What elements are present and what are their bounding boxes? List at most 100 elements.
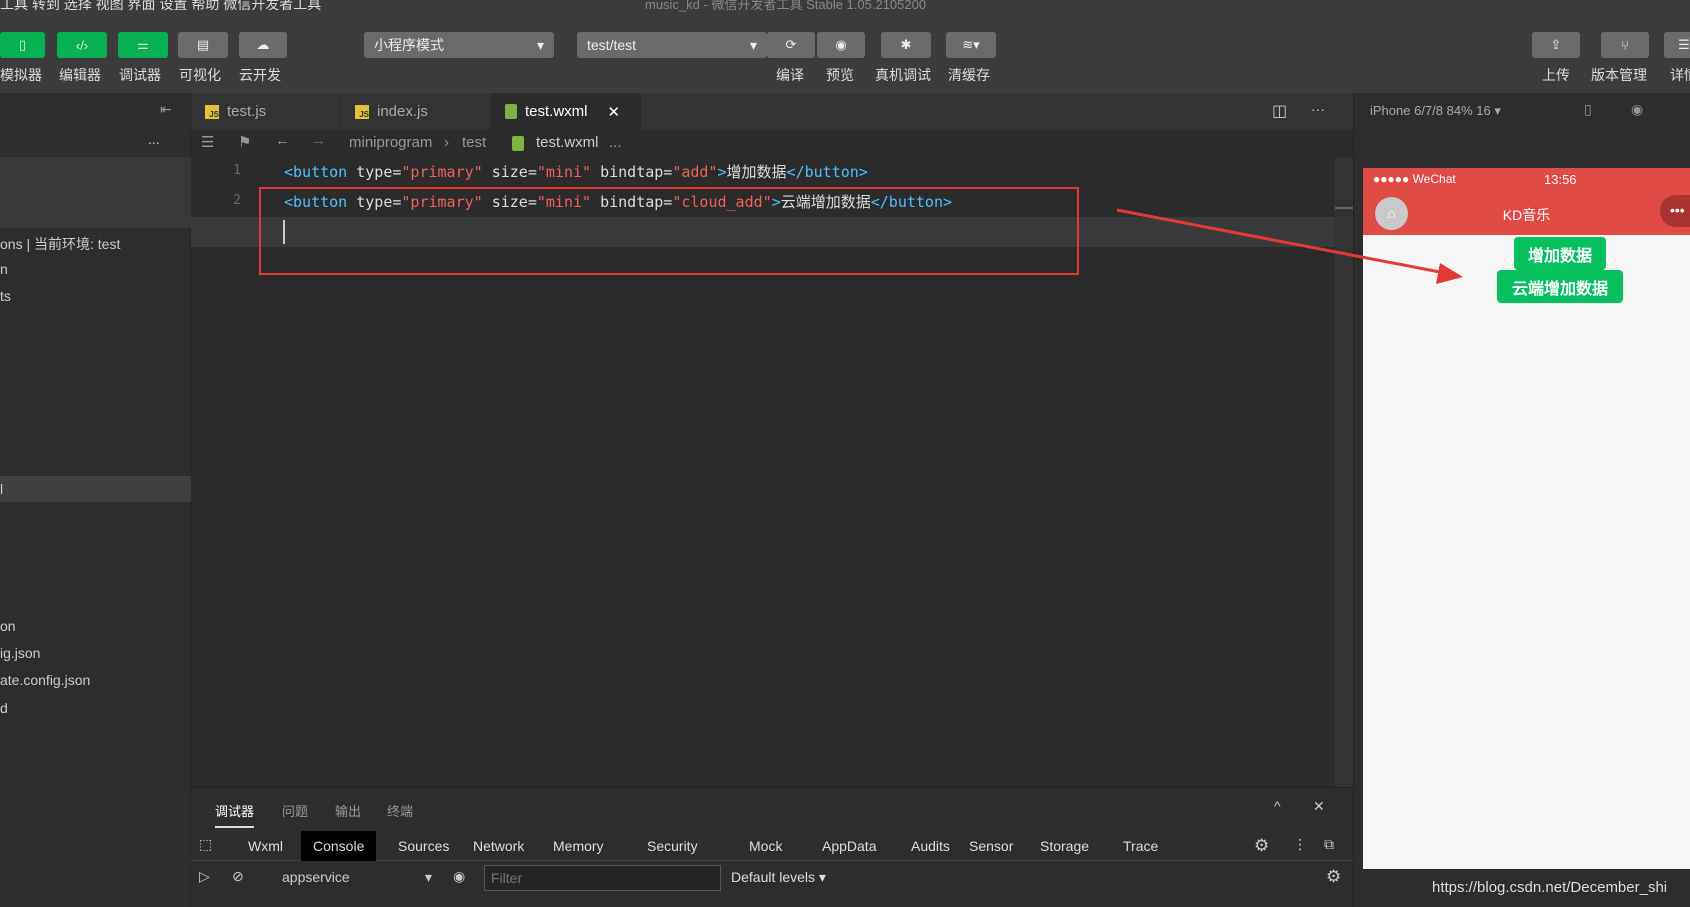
file-item-selected[interactable]: l [0, 476, 191, 502]
devtools-tab-sensor[interactable]: Sensor [957, 831, 1025, 861]
breadcrumb-item[interactable]: test.wxml [536, 134, 599, 151]
breadcrumb-item[interactable]: test [462, 134, 486, 151]
console-settings-gear-icon[interactable]: ⚙ [1326, 867, 1341, 887]
close-icon[interactable]: ✕ [608, 103, 621, 121]
breadcrumb-item[interactable]: miniprogram [349, 134, 432, 151]
devtools-tab-trace[interactable]: Trace [1111, 831, 1170, 861]
debugger-label: 调试器 [119, 67, 161, 83]
selected-region [0, 157, 191, 228]
add-data-button[interactable]: 增加数据 [1514, 237, 1606, 270]
debugger-button[interactable]: ⚌ [118, 32, 168, 58]
devtools-tab-sources[interactable]: Sources [386, 831, 461, 861]
breadcrumb: ☰ ⚑ ← → miniprogram › test test.wxml ... [191, 130, 1353, 157]
version-button[interactable]: ⑂ [1601, 32, 1649, 58]
debug-sliders-icon: ⚌ [137, 37, 149, 52]
capsule-menu-icon[interactable]: ••• [1660, 195, 1690, 227]
bookmark-icon[interactable]: ⚑ [238, 133, 251, 151]
cloud-add-data-button[interactable]: 云端增加数据 [1497, 270, 1623, 303]
attr: size= [482, 163, 537, 181]
devtools-tab-audits[interactable]: Audits [899, 831, 962, 861]
more-icon[interactable]: ··· [1311, 101, 1325, 117]
split-editor-icon[interactable]: ◫ [1272, 101, 1287, 121]
editor-scrollbar[interactable] [1335, 157, 1353, 787]
chevron-down-icon: ▾ [424, 869, 432, 885]
tab-test-js[interactable]: JS test.js [191, 93, 341, 130]
remote-debug-button[interactable]: ✱ [881, 32, 931, 58]
devtools-tab-console[interactable]: Console [301, 831, 377, 861]
record-icon[interactable]: ◉ [1631, 101, 1643, 118]
file-item[interactable]: d [0, 700, 8, 716]
wxml-file-icon [512, 136, 524, 151]
device-select[interactable]: iPhone 6/7/8 84% 16 ▾ [1370, 103, 1501, 119]
upload-button[interactable]: ⇪ [1532, 32, 1580, 58]
code-line-1: <button type="primary" size="mini" bindt… [284, 161, 868, 182]
panel-terminal[interactable]: 终端 [387, 801, 413, 820]
file-item[interactable]: ts [0, 288, 11, 304]
phone-screen: ●●●●● WeChat 13:56 ⌂ KD音乐 ••• 增加数据 云端增加数… [1363, 168, 1690, 869]
compile-button[interactable]: ⟳ [767, 32, 815, 58]
panel-problems[interactable]: 问题 [282, 801, 308, 820]
file-item[interactable]: n [0, 261, 8, 277]
breadcrumb-item[interactable]: ... [609, 134, 622, 151]
phone-rotate-icon[interactable]: ▯ [1584, 101, 1592, 118]
mode-select[interactable]: 小程序模式 ▾ [364, 32, 554, 58]
devtools-tab-appdata[interactable]: AppData [810, 831, 888, 861]
log-levels-select[interactable]: Default levels ▾ [731, 869, 826, 886]
clear-cache-button[interactable]: ≋▾ [946, 32, 996, 58]
outline-icon[interactable]: ☰ [201, 133, 214, 151]
sidebar-toggle-icon[interactable]: ▷ [199, 868, 210, 885]
details-button[interactable]: ☰ [1664, 32, 1690, 58]
chevron-down-icon: ▾ [749, 36, 757, 53]
context-select[interactable]: appservice ▾ [282, 869, 432, 886]
panel-output[interactable]: 输出 [335, 801, 361, 820]
cloud-env-item[interactable]: ons | 当前环境: test [0, 234, 120, 254]
inspect-icon[interactable]: ⬚ [199, 836, 212, 853]
branch-icon: ⑂ [1621, 37, 1629, 53]
forward-icon[interactable]: → [311, 132, 326, 149]
more-button[interactable]: ... [148, 131, 160, 147]
back-icon[interactable]: ← [275, 132, 290, 149]
close-icon[interactable]: ✕ [1313, 798, 1325, 815]
undock-icon[interactable]: ⧉ [1324, 836, 1334, 853]
chevron-down-icon: ▾ [536, 36, 544, 53]
file-item[interactable]: ig.json [0, 645, 40, 661]
details-label: 详情 [1670, 67, 1690, 83]
value: "primary" [401, 163, 483, 181]
more-vertical-icon[interactable]: ⋮ [1293, 836, 1307, 853]
eye-icon[interactable]: ◉ [453, 868, 465, 885]
code-icon: ‹/› [75, 37, 89, 53]
page-select[interactable]: test/test ▾ [577, 32, 767, 58]
visual-button[interactable]: ▤ [178, 32, 228, 58]
eye-icon: ◉ [835, 37, 847, 52]
console-filter-input[interactable] [484, 865, 721, 891]
context-value: appservice [282, 869, 350, 885]
upload-label: 上传 [1542, 67, 1570, 83]
menu-bar[interactable]: 工具 转到 选择 视图 界面 设置 帮助 微信开发者工具 [0, 0, 321, 14]
attr: type= [347, 163, 402, 181]
devtools-tab-memory[interactable]: Memory [541, 831, 616, 861]
devtools-tab-wxml[interactable]: Wxml [236, 831, 295, 861]
file-item[interactable]: on [0, 618, 16, 634]
devtools-tab-security[interactable]: Security [635, 831, 710, 861]
cloud-button[interactable]: ☁ [239, 32, 287, 58]
tab-test-wxml[interactable]: test.wxml ✕ [491, 93, 641, 130]
nav-title: KD音乐 [1502, 207, 1551, 223]
editor-button[interactable]: ‹/› [57, 32, 107, 58]
clear-console-icon[interactable]: ⊘ [232, 868, 244, 885]
chevron-up-icon[interactable]: ^ [1274, 798, 1281, 814]
devtools-tab-storage[interactable]: Storage [1028, 831, 1101, 861]
gear-icon[interactable]: ⚙ [1254, 836, 1269, 856]
collapse-sidebar-icon[interactable]: ⇤ [160, 101, 172, 118]
main-toolbar: 工具 转到 选择 视图 界面 设置 帮助 微信开发者工具 music_kd - … [0, 0, 1690, 93]
line-number: 2 [233, 193, 241, 208]
simulator-button[interactable]: ▯ [0, 32, 45, 58]
tag: <button [284, 163, 348, 181]
devtools-tab-mock[interactable]: Mock [737, 831, 794, 861]
version-label: 版本管理 [1591, 67, 1647, 83]
preview-button[interactable]: ◉ [817, 32, 865, 58]
devtools-tab-network[interactable]: Network [461, 831, 536, 861]
file-item[interactable]: ate.config.json [0, 672, 90, 688]
visual-label: 可视化 [179, 67, 221, 83]
tab-index-js[interactable]: JS index.js [341, 93, 491, 130]
panel-debugger[interactable]: 调试器 [215, 801, 255, 828]
